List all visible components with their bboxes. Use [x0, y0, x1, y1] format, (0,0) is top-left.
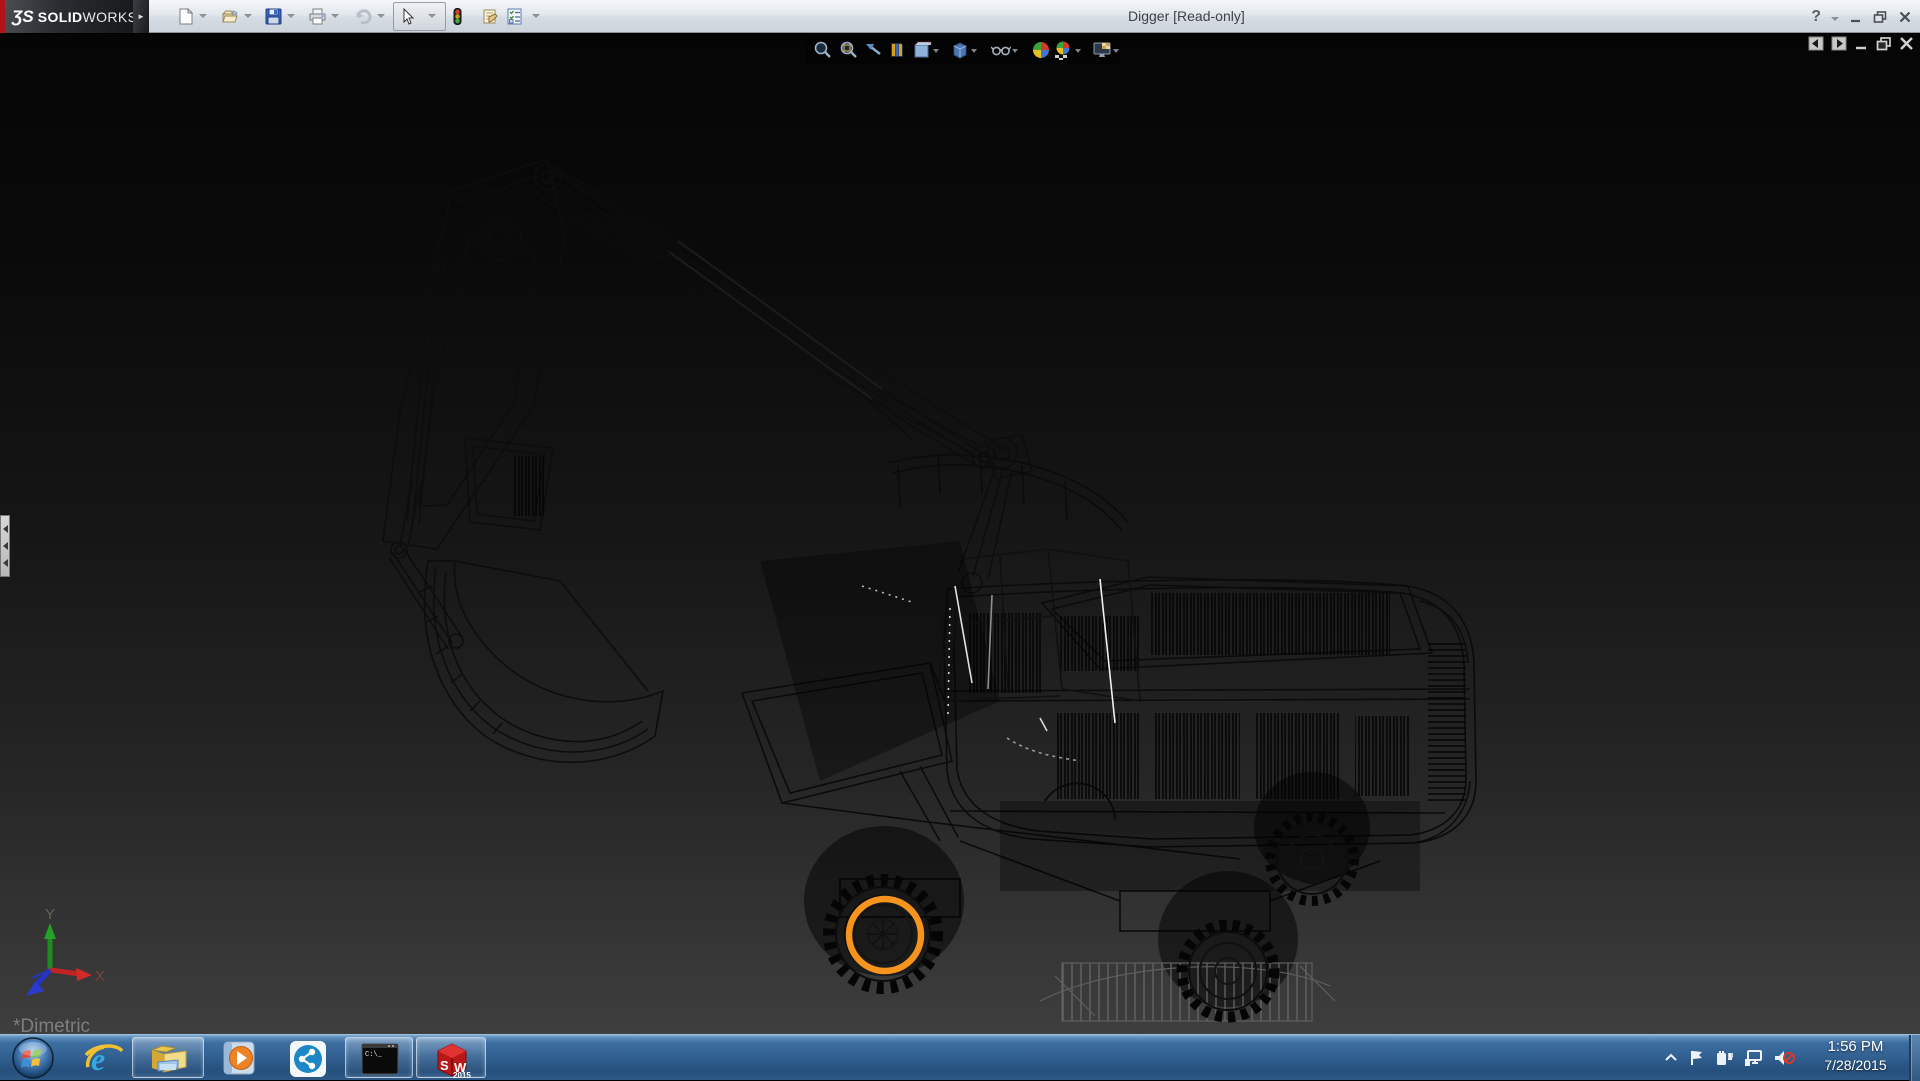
graphics-viewport[interactable]: Y X *Dimetric	[0, 34, 1920, 1034]
help-icon[interactable]: ?	[1811, 8, 1821, 26]
new-document-icon[interactable]	[177, 8, 194, 25]
print-dropdown-icon[interactable]	[331, 14, 339, 18]
clock-date: 7/28/2015	[1803, 1057, 1908, 1073]
show-desktop-button[interactable]	[1909, 1035, 1920, 1081]
folder-icon	[150, 1042, 188, 1076]
clock-time: 1:56 PM	[1803, 1038, 1908, 1055]
open-dropdown-icon[interactable]	[244, 14, 252, 18]
system-tray	[1663, 1035, 1795, 1081]
svg-text:C:\_: C:\_	[365, 1051, 383, 1059]
save-dropdown-icon[interactable]	[287, 14, 295, 18]
select-dropdown-icon[interactable]	[428, 14, 436, 18]
file-properties-icon[interactable]	[481, 8, 498, 25]
close-button[interactable]	[1898, 10, 1912, 24]
power-plug-icon[interactable]	[1715, 1049, 1735, 1067]
svg-text:2015: 2015	[453, 1071, 471, 1079]
command-prompt-icon: C:\_	[361, 1043, 399, 1075]
internet-explorer-icon[interactable]: e	[84, 1041, 124, 1077]
command-prompt-taskbar-button[interactable]: C:\_	[345, 1037, 413, 1078]
solidworks-logo-glyph: ƷS	[12, 7, 34, 27]
action-center-flag-icon[interactable]	[1688, 1049, 1706, 1067]
windows-explorer-taskbar-button[interactable]	[132, 1037, 204, 1078]
undo-dropdown-icon[interactable]	[377, 14, 385, 18]
select-cursor-icon[interactable]	[400, 8, 417, 25]
window-title: Digger [Read-only]	[1128, 8, 1245, 24]
menu-expand-arrow[interactable]: ►	[133, 0, 149, 33]
taskbar: e C:\_	[0, 1034, 1920, 1080]
new-dropdown-icon[interactable]	[199, 14, 207, 18]
restore-button[interactable]	[1873, 10, 1888, 24]
bucket-group	[420, 561, 663, 762]
options-icon[interactable]	[506, 8, 523, 25]
title-bar: ƷS SOLIDWORKS ► Digger [Read-only] ?	[0, 0, 1920, 33]
share-app-icon[interactable]	[288, 1039, 328, 1079]
media-player-icon[interactable]	[218, 1040, 260, 1078]
help-dropdown-icon[interactable]	[1831, 17, 1839, 21]
options-dropdown-icon[interactable]	[532, 14, 540, 18]
taskbar-clock[interactable]: 1:56 PM 7/28/2015	[1803, 1038, 1908, 1073]
show-hidden-icons-button[interactable]	[1663, 1051, 1679, 1065]
start-button[interactable]	[8, 1036, 58, 1080]
svg-text:Y: Y	[45, 906, 55, 923]
minimize-button[interactable]	[1849, 10, 1863, 24]
solidworks-logo: ƷS SOLIDWORKS	[5, 0, 133, 33]
open-icon[interactable]	[222, 8, 239, 25]
solidworks-logo-text: SOLIDWORKS	[38, 9, 138, 25]
solidworks-2015-icon: S W 2015	[432, 1041, 472, 1079]
svg-text:S: S	[440, 1058, 449, 1073]
volume-muted-icon[interactable]	[1773, 1049, 1795, 1067]
save-icon[interactable]	[265, 8, 282, 25]
undo-icon[interactable]	[355, 8, 372, 25]
digger-wireframe: Y X	[0, 34, 1920, 1034]
solidworks-taskbar-button[interactable]: S W 2015	[416, 1037, 486, 1078]
rebuild-traffic-light-icon[interactable]	[449, 8, 466, 25]
network-icon[interactable]	[1744, 1049, 1764, 1067]
reference-triad: Y X	[26, 906, 105, 996]
svg-text:X: X	[95, 968, 105, 985]
print-icon[interactable]	[309, 8, 326, 25]
